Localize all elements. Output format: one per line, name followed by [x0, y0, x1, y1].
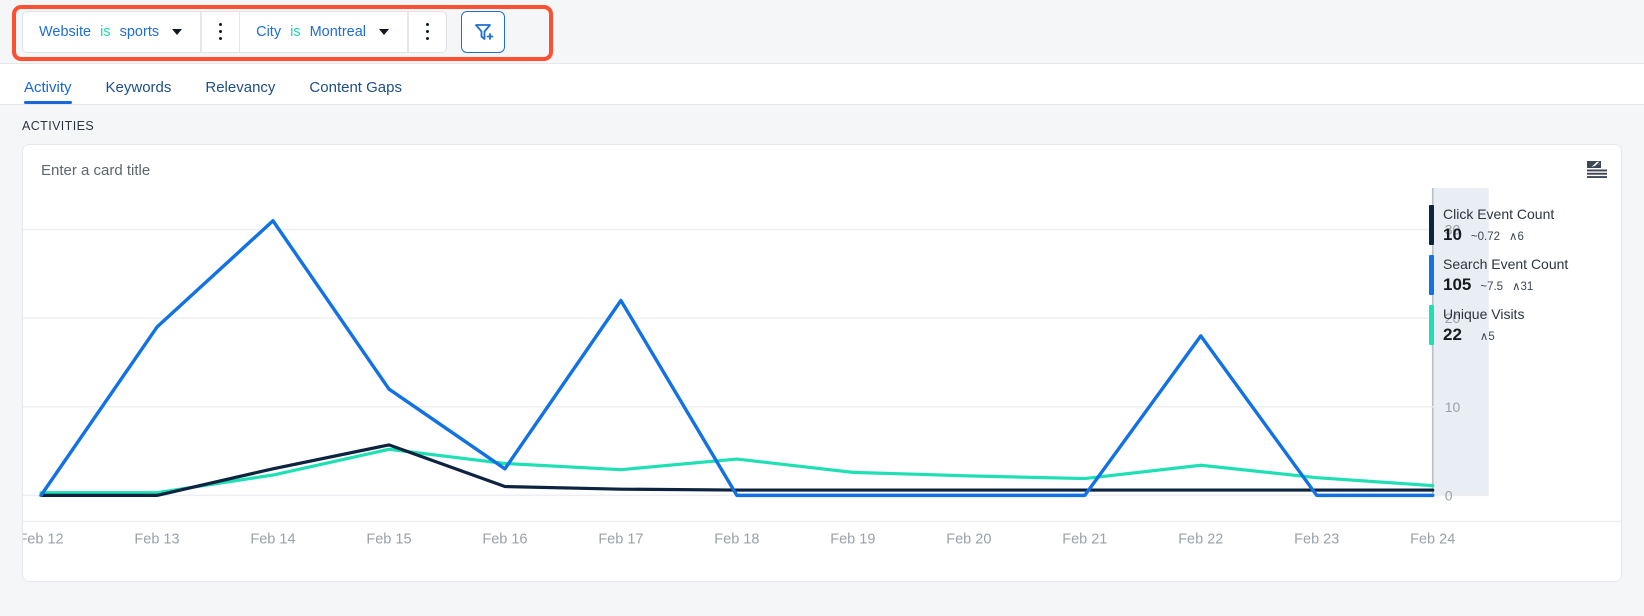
filter-value-label: Montreal	[309, 23, 366, 40]
legend-series-value: 105	[1443, 274, 1472, 294]
filter-chip-group: Website is sports City is Montreal	[22, 10, 447, 53]
legend-series-avg: ~0.72	[1470, 230, 1501, 243]
svg-text:Feb 19: Feb 19	[830, 531, 875, 547]
filter-field-label: City	[256, 23, 282, 40]
tab-keywords[interactable]: Keywords	[106, 79, 172, 104]
legend-item-click-event-count[interactable]: Click Event Count 10 ~0.72 ∧6	[1429, 205, 1607, 245]
svg-text:Feb 18: Feb 18	[714, 531, 759, 547]
activities-card: Enter a card title 0102030Feb 12Feb 13Fe…	[22, 144, 1622, 582]
kebab-menu-icon-dot	[218, 22, 223, 27]
card-title-input[interactable]: Enter a card title	[23, 145, 1621, 179]
legend-series-max: ∧5	[1479, 330, 1495, 343]
legend-series-avg: ~7.5	[1480, 280, 1504, 293]
chevron-down-icon[interactable]	[379, 28, 389, 35]
activities-chart: 0102030Feb 12Feb 13Feb 14Feb 15Feb 16Feb…	[23, 183, 1621, 553]
svg-text:Feb 20: Feb 20	[946, 531, 991, 547]
svg-text:Feb 14: Feb 14	[250, 531, 295, 547]
svg-text:Feb 16: Feb 16	[482, 531, 527, 547]
filter-operator-label: is	[290, 23, 301, 40]
filter-bar: Website is sports City is Montreal	[0, 0, 1644, 64]
legend-item-unique-visits[interactable]: Unique Visits 22 ∧5	[1429, 304, 1607, 345]
tab-content-gaps[interactable]: Content Gaps	[309, 79, 402, 104]
svg-text:Feb 17: Feb 17	[598, 531, 643, 547]
section-title-activities: ACTIVITIES	[22, 119, 95, 133]
legend-color-swatch	[1429, 304, 1434, 345]
legend-color-swatch	[1429, 254, 1434, 295]
page-body: ACTIVITIES Enter a card title 0102030Feb…	[0, 105, 1644, 616]
svg-text:Feb 22: Feb 22	[1178, 531, 1223, 547]
svg-text:Feb 23: Feb 23	[1294, 531, 1339, 547]
tab-bar: Activity Keywords Relevancy Content Gaps	[0, 64, 1644, 105]
svg-text:Feb 15: Feb 15	[366, 531, 411, 547]
svg-text:0: 0	[1445, 487, 1453, 503]
legend-series-value: 22	[1443, 324, 1462, 344]
svg-text:Feb 12: Feb 12	[23, 531, 64, 547]
legend-series-name: Unique Visits	[1443, 305, 1525, 322]
chart-legend: Click Event Count 10 ~0.72 ∧6 Search Eve…	[1429, 205, 1607, 355]
svg-text:10: 10	[1445, 399, 1461, 415]
legend-color-swatch	[1429, 205, 1434, 245]
chevron-down-icon[interactable]	[172, 28, 183, 35]
legend-series-max: ∧6	[1509, 230, 1524, 243]
kebab-menu-icon-dot	[218, 29, 223, 34]
kebab-menu-icon-dot	[425, 22, 430, 27]
filter-chip-website-menu-button[interactable]	[201, 11, 239, 52]
legend-series-name: Search Event Count	[1443, 255, 1569, 272]
add-filter-button[interactable]	[461, 10, 505, 53]
kebab-menu-icon-dot	[425, 29, 430, 34]
legend-series-name: Click Event Count	[1443, 206, 1555, 222]
add-filter-icon	[475, 23, 494, 40]
svg-text:Feb 21: Feb 21	[1062, 531, 1107, 547]
tab-relevancy[interactable]: Relevancy	[205, 79, 275, 104]
filter-field-label: Website	[39, 23, 92, 40]
chart-label-layer: 0102030Feb 12Feb 13Feb 14Feb 15Feb 16Feb…	[23, 222, 1621, 547]
chart-type-icon[interactable]	[1587, 161, 1607, 178]
kebab-menu-icon-dot	[218, 36, 223, 41]
filter-chip-city[interactable]: City is Montreal	[240, 12, 407, 52]
tab-activity[interactable]: Activity	[24, 79, 72, 104]
filter-value-label: sports	[119, 23, 160, 40]
svg-text:Feb 13: Feb 13	[134, 531, 179, 547]
filter-operator-label: is	[100, 23, 111, 40]
legend-item-search-event-count[interactable]: Search Event Count 105 ~7.5 ∧31	[1429, 254, 1607, 295]
kebab-menu-icon-dot	[425, 36, 430, 41]
svg-text:Feb 24: Feb 24	[1410, 531, 1455, 547]
filter-chip-website[interactable]: Website is sports	[23, 12, 200, 52]
legend-series-max: ∧31	[1512, 280, 1534, 293]
filter-chip-city-menu-button[interactable]	[408, 11, 446, 52]
legend-series-value: 10	[1443, 224, 1462, 244]
